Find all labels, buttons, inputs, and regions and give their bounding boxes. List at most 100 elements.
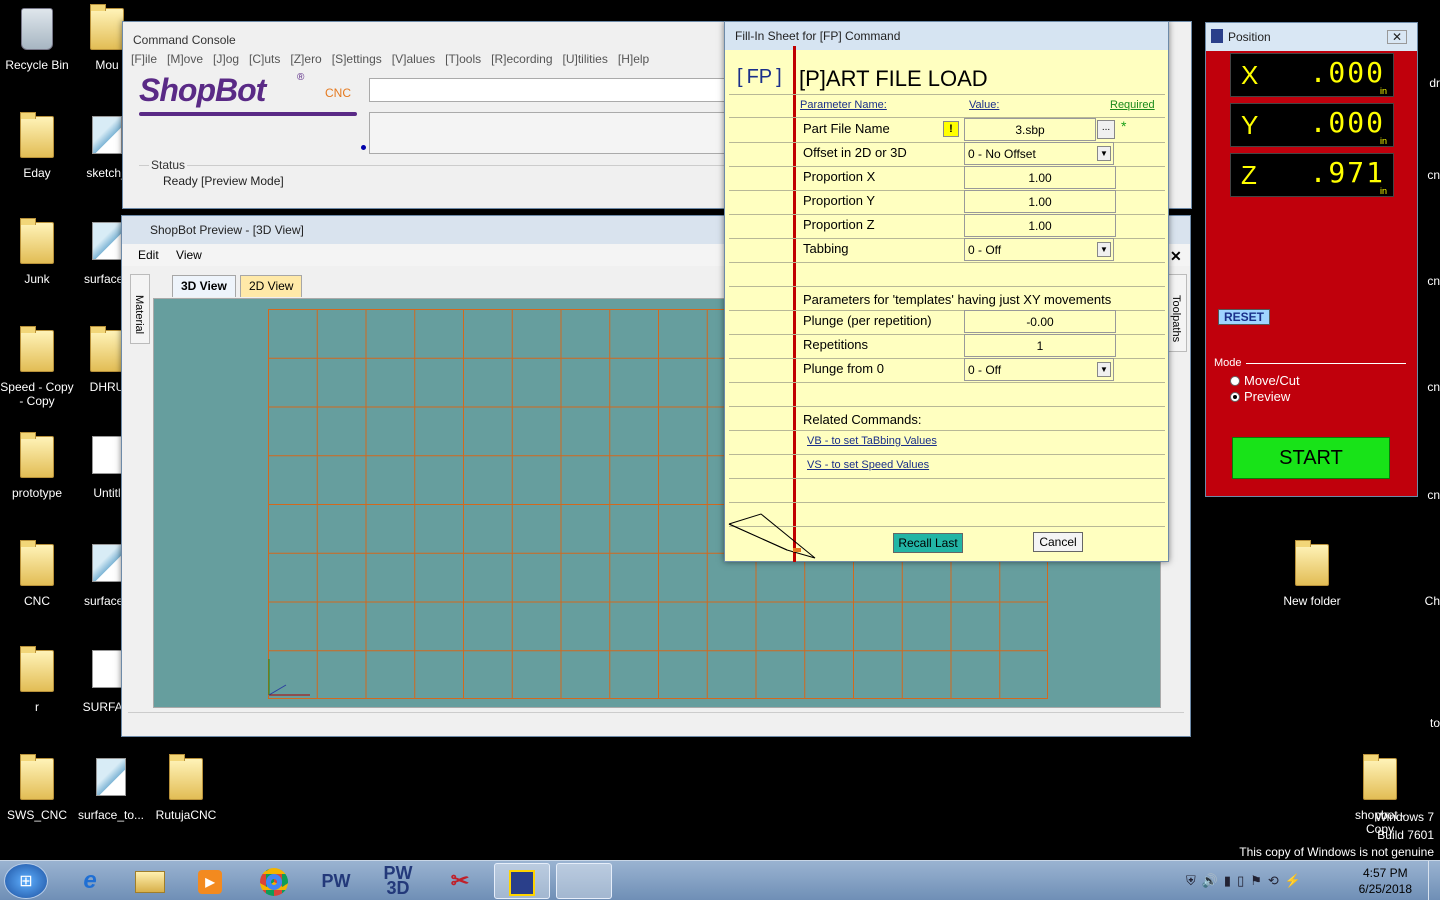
watermark-line: This copy of Windows is not genuine — [1239, 845, 1434, 859]
menu-edit[interactable]: Edit — [138, 248, 159, 262]
indicator-dot — [361, 145, 366, 150]
document-icon — [92, 544, 122, 582]
reset-button[interactable]: RESET — [1218, 309, 1270, 325]
proportion-z-field[interactable]: 1.00 — [964, 214, 1116, 237]
taskbar-shopbot[interactable] — [494, 863, 550, 899]
taskbar-pw3d[interactable]: PW 3D — [370, 863, 426, 899]
param-row-tabbing: Tabbing 0 - Off ▼ — [799, 238, 1165, 262]
chevron-down-icon[interactable]: ▼ — [1097, 362, 1111, 377]
link-vs-speed[interactable]: VS - to set Speed Values — [807, 459, 929, 471]
desktop-icon-file[interactable]: surface_to... — [74, 758, 148, 822]
menu-settings[interactable]: [S]ettings — [332, 50, 382, 68]
menu-view[interactable]: View — [176, 248, 202, 262]
tab-3d-view[interactable]: 3D View — [172, 275, 236, 297]
clock[interactable]: 4:57 PM 6/25/2018 — [1359, 865, 1412, 897]
toolpaths-side-tab[interactable]: Toolpaths — [1167, 274, 1187, 352]
param-row-proportion-z: Proportion Z 1.00 — [799, 214, 1165, 238]
close-icon[interactable]: ✕ — [1170, 248, 1182, 265]
desktop-icon-folder[interactable]: RutujaCNC — [149, 758, 223, 822]
taskbar-window[interactable] — [556, 863, 612, 899]
desktop-edge-label: cn — [1427, 488, 1440, 502]
tab-2d-view[interactable]: 2D View — [240, 275, 303, 297]
y-readout: Y .000 in — [1230, 103, 1394, 147]
desktop-icon-folder[interactable]: Eday — [0, 116, 74, 180]
menu-recording[interactable]: [R]ecording — [491, 50, 552, 68]
system-tray[interactable]: ⛨🔊▮▯⚑⟲⚡ — [1186, 873, 1307, 889]
proportion-x-field[interactable]: 1.00 — [964, 166, 1116, 189]
part-file-name-field[interactable]: 3.sbp — [964, 118, 1096, 141]
repetitions-field[interactable]: 1 — [964, 334, 1116, 357]
menu-jog[interactable]: [J]og — [213, 50, 239, 68]
desktop-edge-label: dr — [1429, 76, 1440, 90]
col-value: Value: — [969, 99, 1000, 111]
chevron-down-icon[interactable]: ▼ — [1097, 242, 1111, 257]
show-desktop-button[interactable] — [1428, 861, 1440, 900]
command-code: [FP] — [737, 66, 782, 88]
margin-line — [793, 46, 796, 562]
text-file-icon — [92, 650, 122, 688]
shopbot-logo: ShopBot ® CNC — [139, 72, 359, 118]
recycle-bin-icon — [21, 8, 53, 50]
menu-cuts[interactable]: [C]uts — [249, 50, 280, 68]
media-player-icon: ▶ — [198, 870, 222, 895]
menu-move[interactable]: [M]ove — [167, 50, 203, 68]
folder-icon — [90, 330, 124, 372]
taskbar-pw[interactable]: PW — [308, 863, 364, 899]
command-input[interactable] — [369, 78, 729, 102]
desktop-icon-folder[interactable]: r — [0, 650, 74, 714]
taskbar-ie[interactable]: e — [62, 863, 118, 899]
plunge-from-0-select[interactable]: 0 - Off ▼ — [964, 358, 1114, 381]
dialog-heading: [P]ART FILE LOAD — [799, 66, 988, 91]
browse-button[interactable]: ... — [1097, 120, 1115, 139]
param-row-part-file: Part File Name ! 3.sbp ... * — [799, 118, 1165, 142]
plunge-field[interactable]: -0.00 — [964, 310, 1116, 333]
taskbar-media[interactable]: ▶ — [182, 863, 238, 899]
proportion-y-field[interactable]: 1.00 — [964, 190, 1116, 213]
link-vb-tabbing[interactable]: VB - to set TaBbing Values — [807, 435, 937, 447]
shopbot-app-icon — [1211, 29, 1223, 43]
param-row-proportion-x: Proportion X 1.00 — [799, 166, 1165, 190]
desktop-icon-recycle-bin[interactable]: Recycle Bin — [0, 8, 74, 72]
chevron-down-icon[interactable]: ▼ — [1097, 146, 1111, 161]
start-orb-icon[interactable]: ⊞ — [4, 863, 48, 899]
menu-utilities[interactable]: [U]tilities — [563, 50, 608, 68]
desktop-edge-label: to — [1429, 716, 1440, 730]
offset-select[interactable]: 0 - No Offset ▼ — [964, 142, 1114, 165]
folder-icon — [20, 544, 54, 586]
folder-icon — [20, 758, 54, 800]
desktop-icon-folder[interactable]: SWS_CNC — [0, 758, 74, 822]
desktop-icon-folder[interactable]: prototype — [0, 436, 74, 500]
start-button[interactable]: START — [1232, 437, 1390, 479]
chrome-icon — [260, 868, 288, 897]
recall-last-button[interactable]: Recall Last — [893, 533, 963, 553]
desktop-icon-folder[interactable]: Junk — [0, 222, 74, 286]
status-group: Status Ready [Preview Mode] — [139, 158, 729, 195]
watermark-line: Build 7601 — [1377, 828, 1434, 842]
menu-help[interactable]: [H]elp — [618, 50, 649, 68]
menu-zero[interactable]: [Z]ero — [290, 50, 321, 68]
mode-preview-radio[interactable]: Preview — [1230, 389, 1290, 404]
menu-values[interactable]: [V]alues — [392, 50, 435, 68]
cancel-button[interactable]: Cancel — [1033, 532, 1083, 552]
col-parameter-name: Parameter Name: — [800, 99, 887, 111]
shopbot-app-icon — [509, 870, 535, 897]
menu-file[interactable]: [F]ile — [131, 50, 157, 68]
taskbar-chrome[interactable] — [246, 863, 302, 899]
tabbing-select[interactable]: 0 - Off ▼ — [964, 238, 1114, 261]
desktop-icon-folder[interactable]: Speed - Copy - Copy — [0, 330, 74, 408]
param-row-plunge-from-0: Plunge from 0 0 - Off ▼ — [799, 358, 1165, 382]
scissors-icon: ✂ — [450, 868, 470, 893]
desktop-icon-folder[interactable]: shopbot - Copy — [1343, 758, 1417, 836]
taskbar: ⊞ e ▶ PW PW 3D ✂ ⛨🔊▮▯⚑⟲⚡ 4:57 PM 6/25/20… — [0, 860, 1440, 900]
desktop-icon-folder[interactable]: New folder — [1275, 544, 1349, 608]
position-window[interactable]: Position ✕ X .000 in Y .000 in Z .971 in… — [1205, 22, 1418, 497]
close-icon[interactable]: ✕ — [1386, 30, 1407, 44]
mode-move-cut-radio[interactable]: Move/Cut — [1230, 373, 1300, 388]
material-side-tab[interactable]: Material — [130, 274, 150, 344]
taskbar-explorer[interactable] — [122, 863, 178, 899]
fill-in-sheet-dialog[interactable]: Fill-In Sheet for [FP] Command [FP] [P]A… — [724, 21, 1169, 562]
desktop-icon-folder[interactable]: CNC — [0, 544, 74, 608]
taskbar-snip[interactable]: ✂ — [432, 863, 488, 899]
desktop-edge-label: cn — [1427, 380, 1440, 394]
menu-tools[interactable]: [T]ools — [445, 50, 481, 68]
